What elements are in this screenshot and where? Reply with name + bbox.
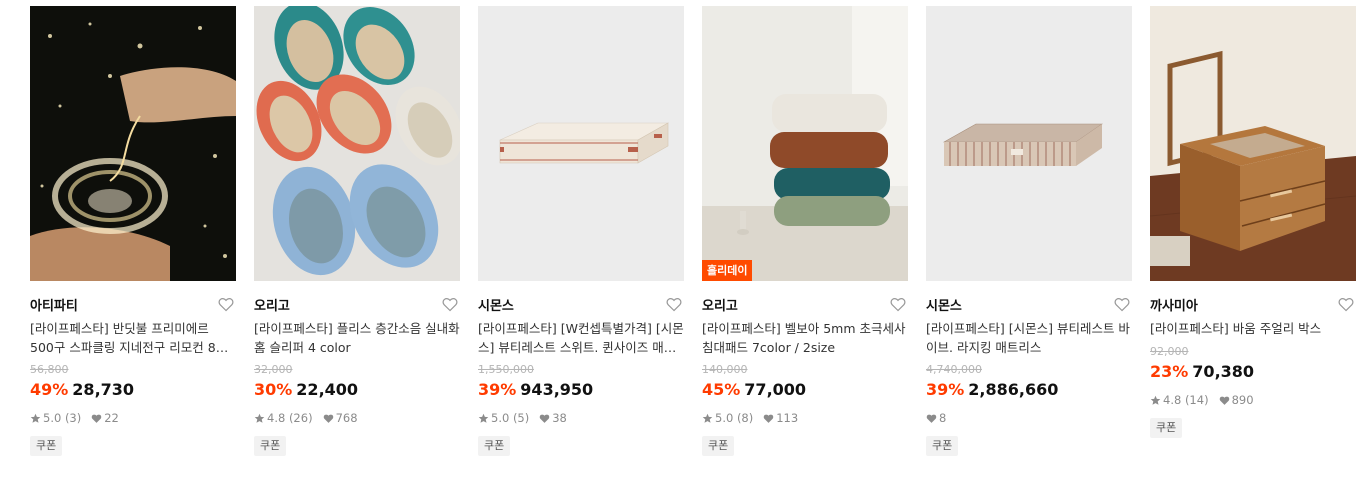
star-icon [478,413,489,423]
product-meta: 4.8 (26) 768 [254,411,358,425]
brand-name[interactable]: 시몬스 [478,299,514,314]
product-card[interactable]: 오리고 [라이프페스타] 플리스 층간소음 실내화 홈 슬리퍼 4 color … [254,6,460,456]
original-price: 32,000 [254,363,293,376]
heart-filled-icon [323,414,333,423]
product-title[interactable]: [라이프페스타] 벨보아 5mm 초극세사 침대패드 7color / 2siz… [702,319,908,357]
heart-filled-icon [926,414,937,423]
discount-rate: 39% [478,380,517,399]
likes-count: 768 [335,411,358,425]
original-price: 92,000 [1150,345,1189,358]
brand-name[interactable]: 아티파티 [30,299,78,314]
price-row: 23% 70,380 [1150,362,1254,382]
sale-price: 28,730 [72,380,135,399]
product-card[interactable]: 시몬스 [라이프페스타] [시몬스] 뷰티레스트 바이브. 라지킹 매트리스 4… [926,6,1132,456]
likes-count: 113 [776,411,799,425]
product-card[interactable]: 아티파티 [라이프페스타] 반딧불 프리미에르 500구 스파클링 지네전구 리… [30,6,236,456]
star-icon [702,413,713,423]
product-meta: 4.8 (14) 890 [1150,393,1254,407]
product-card[interactable]: 홀리데이 오리고 [라이프페스타] 벨보아 5mm 초극세사 침대패드 7col… [702,6,908,456]
sale-price: 2,886,660 [968,380,1059,399]
sale-price: 70,380 [1192,362,1255,381]
heart-outline-icon[interactable] [442,297,458,312]
product-title[interactable]: [라이프페스타] [시몬스] 뷰티레스트 바이브. 라지킹 매트리스 [926,319,1132,357]
heart-outline-icon[interactable] [666,297,682,312]
product-title[interactable]: [라이프페스타] [W컨셉특별가격] [시몬스] 뷰티레스트 스위트. 퀸사이즈… [478,319,684,357]
star-icon [1150,395,1161,405]
sale-price: 22,400 [296,380,359,399]
star-icon [30,413,41,423]
price-row: 49% 28,730 [30,380,134,400]
discount-rate: 39% [926,380,965,399]
coupon-tag: 쿠폰 [926,436,959,456]
brand-name[interactable]: 까사미아 [1150,299,1198,314]
holiday-badge: 홀리데이 [702,260,753,281]
product-meta: 5.0 (3) 22 [30,411,119,425]
heart-filled-icon [539,414,550,423]
original-price: 4,740,000 [926,363,982,376]
coupon-tag: 쿠폰 [478,436,511,456]
product-meta: 8 [926,411,946,425]
rating-text: 5.0 (5) [491,411,530,425]
heart-outline-icon[interactable] [890,297,906,312]
product-image[interactable] [1150,6,1356,281]
product-image[interactable] [478,6,684,281]
price-row: 39% 943,950 [478,380,593,400]
coupon-tag: 쿠폰 [30,436,63,456]
heart-filled-icon [763,414,774,423]
rating-text: 5.0 (3) [43,411,82,425]
star-icon [254,413,265,423]
product-image[interactable] [926,6,1132,281]
product-image[interactable] [254,6,460,281]
product-grid: 아티파티 [라이프페스타] 반딧불 프리미에르 500구 스파클링 지네전구 리… [30,6,1367,476]
discount-rate: 45% [702,380,741,399]
rating-text: 4.8 (26) [267,411,313,425]
coupon-tag: 쿠폰 [254,436,287,456]
brand-name[interactable]: 오리고 [702,299,738,314]
product-card[interactable]: 시몬스 [라이프페스타] [W컨셉특별가격] [시몬스] 뷰티레스트 스위트. … [478,6,684,456]
product-title[interactable]: [라이프페스타] 반딧불 프리미에르 500구 스파클링 지네전구 리모컨 8가… [30,319,236,357]
coupon-tag: 쿠폰 [1150,418,1183,438]
brand-name[interactable]: 시몬스 [926,299,962,314]
sale-price: 77,000 [744,380,807,399]
rating-text: 5.0 (8) [715,411,754,425]
product-card[interactable]: 까사미아 [라이프페스타] 바움 주얼리 박스 92,000 23% 70,380… [1150,6,1356,438]
heart-filled-icon [1219,396,1229,405]
product-title[interactable]: [라이프페스타] 플리스 층간소음 실내화 홈 슬리퍼 4 color [254,319,460,357]
product-meta: 5.0 (5) 38 [478,411,567,425]
rating-text: 4.8 (14) [1163,393,1209,407]
discount-rate: 49% [30,380,69,399]
price-row: 45% 77,000 [702,380,806,400]
price-row: 39% 2,886,660 [926,380,1058,400]
brand-name[interactable]: 오리고 [254,299,290,314]
product-meta: 5.0 (8) 113 [702,411,798,425]
original-price: 140,000 [702,363,748,376]
original-price: 1,550,000 [478,363,534,376]
coupon-tag: 쿠폰 [702,436,735,456]
heart-outline-icon[interactable] [1338,297,1354,312]
heart-filled-icon [91,414,102,423]
likes-count: 890 [1231,393,1254,407]
likes-count: 38 [552,411,567,425]
price-row: 30% 22,400 [254,380,358,400]
original-price: 56,800 [30,363,69,376]
product-image[interactable]: 홀리데이 [702,6,908,281]
product-image[interactable] [30,6,236,281]
likes-count: 8 [939,411,947,425]
discount-rate: 23% [1150,362,1189,381]
sale-price: 943,950 [520,380,594,399]
heart-outline-icon[interactable] [1114,297,1130,312]
discount-rate: 30% [254,380,293,399]
likes-count: 22 [104,411,119,425]
heart-outline-icon[interactable] [218,297,234,312]
